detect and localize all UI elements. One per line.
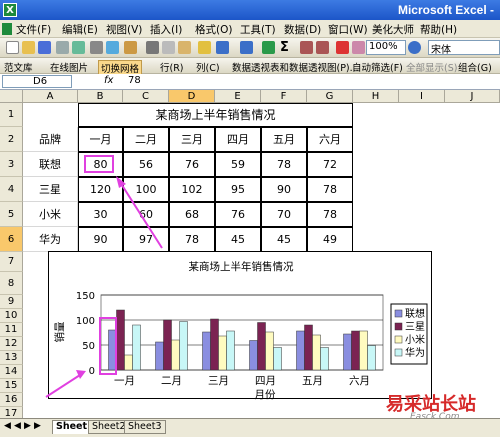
highlight-box-chart [99,317,117,375]
sheet-tab-bar: ◀ ◀ ▶ ▶ Sheet1 Sheet2 Sheet3 [0,418,500,437]
tab-scroll-first-icon[interactable]: ◀ [4,421,11,431]
tab-scroll-next-icon[interactable]: ▶ [24,421,31,431]
tab-sheet3[interactable]: Sheet3 [124,420,166,434]
arrow-head-icon [116,176,126,188]
tab-scroll-prev-icon[interactable]: ◀ [14,421,21,431]
tab-scroll-last-icon[interactable]: ▶ [34,421,41,431]
arrow-to-table [119,181,163,249]
arrow-to-axis [45,374,81,398]
annotation-overlay [45,176,163,398]
